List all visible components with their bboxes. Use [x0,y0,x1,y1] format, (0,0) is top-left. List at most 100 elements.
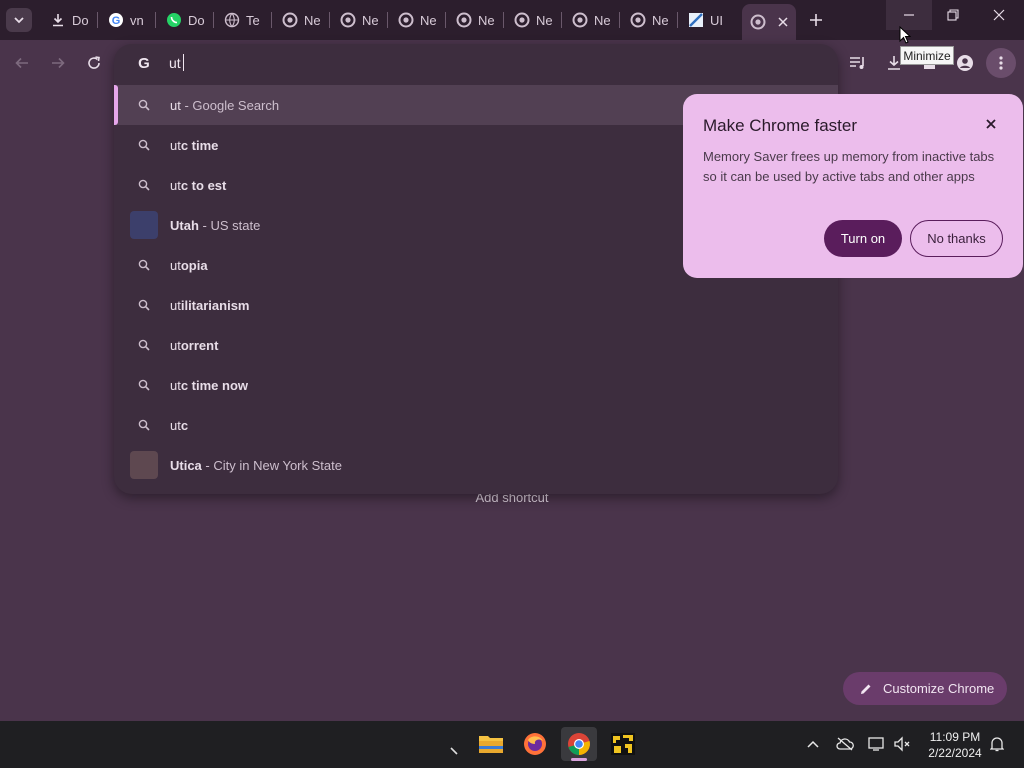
chrome-icon [572,12,588,28]
tab-whatsapp[interactable]: Do [158,6,210,34]
customize-chrome-button[interactable]: Customize Chrome [843,672,1007,705]
search-icon [136,417,152,433]
tab-separator [213,12,214,28]
tab-separator [445,12,446,28]
suggestion-prefix: ut [170,177,181,193]
suggestion-completion: c [180,417,189,433]
tab-label: Ne [478,12,495,28]
promo-close-button[interactable] [981,114,1001,134]
show-hidden-icons-button[interactable] [802,733,824,755]
firefox-icon [524,733,546,755]
chrome-icon [630,12,646,28]
restore-button[interactable] [930,0,976,30]
suggestion-row-entity[interactable]: Utica - City in New York State [114,445,838,485]
chevron-down-icon [14,17,24,24]
tab-separator [329,12,330,28]
tab-te[interactable]: Te [216,6,268,34]
tab-ne-1[interactable]: Ne [274,6,326,34]
tab-separator [677,12,678,28]
cloud-off-icon [836,737,854,751]
tab-label: Ne [594,12,611,28]
taskbar-clock[interactable]: 11:09 PM 2/22/2024 [915,729,995,761]
tab-separator [619,12,620,28]
memory-saver-promo: Make Chrome faster Memory Saver frees up… [683,94,1023,278]
suggestion-prefix: ut [170,417,181,433]
tab-separator [97,12,98,28]
plus-icon [810,14,822,26]
forward-button[interactable] [43,48,73,78]
network-tray-button[interactable] [866,733,888,755]
text-cursor [183,54,184,71]
promo-body: Memory Saver frees up memory from inacti… [703,149,995,184]
chrome-icon [340,12,356,28]
tab-ne-2[interactable]: Ne [332,6,384,34]
search-icon [136,377,152,393]
tab-new-tab-active[interactable] [742,4,796,40]
taskbar-chrome[interactable] [561,727,597,761]
suggestion-suffix: - Google Search [180,97,280,113]
address-input[interactable]: ut [169,55,181,71]
selection-indicator [114,85,118,125]
suggestion-completion: opia [180,257,208,273]
suggestion-row[interactable]: utc [114,405,838,445]
taskbar-file-explorer[interactable] [473,727,509,761]
pointer-arrow-icon [450,747,458,755]
utah-thumbnail [130,211,158,239]
profile-button[interactable] [950,48,980,78]
taskbar-firefox[interactable] [517,727,553,761]
onedrive-tray-button[interactable] [834,733,856,755]
media-control-button[interactable] [843,48,873,78]
taskbar-app-yellow[interactable] [605,727,641,761]
account-icon [957,55,973,71]
chrome-icon [456,12,472,28]
svg-text:G: G [138,55,150,71]
reload-button[interactable] [79,48,109,78]
search-icon [136,257,152,273]
tab-ne-3[interactable]: Ne [390,6,442,34]
tab-ne-6[interactable]: Ne [564,6,616,34]
new-tab-button[interactable] [804,8,828,32]
tab-ne-7[interactable]: Ne [622,6,674,34]
suggestion-completion: ilitarianism [180,297,250,313]
tab-ne-5[interactable]: Ne [506,6,558,34]
suggestion-row[interactable]: utorrent [114,325,838,365]
tab-label: Do [72,12,89,28]
tab-ne-4[interactable]: Ne [448,6,500,34]
bell-icon [990,737,1004,752]
download-icon [50,12,66,28]
no-thanks-button[interactable]: No thanks [910,220,1003,257]
tab-label: Te [246,12,260,28]
chrome-icon [398,12,414,28]
volume-tray-button[interactable] [891,733,913,755]
google-icon: G [136,55,152,72]
search-icon [136,97,152,113]
suggestion-completion: c to est [180,177,227,193]
notifications-button[interactable] [986,733,1008,755]
tab-download[interactable]: Do [42,6,94,34]
mouse-cursor-icon [899,26,911,44]
back-button[interactable] [7,48,37,78]
tab-ui[interactable]: UI [680,6,736,34]
tab-close-icon[interactable] [778,17,788,27]
suggestion-prefix: ut [170,137,181,153]
tab-label: Ne [362,12,379,28]
suggestion-entity-name: Utah [170,217,199,233]
search-icon [136,177,152,193]
tab-separator [561,12,562,28]
reload-icon [88,56,100,69]
search-icon [136,337,152,353]
tab-google[interactable]: G vn [100,6,152,34]
tab-search-button[interactable] [6,8,32,32]
suggestion-prefix: ut [170,377,181,393]
tab-separator [271,12,272,28]
tab-label: Do [188,12,205,28]
suggestion-row[interactable]: utilitarianism [114,285,838,325]
close-window-button[interactable] [976,0,1022,30]
suggestion-completion: c time [180,137,219,153]
chrome-menu-button[interactable] [986,48,1016,78]
suggestion-row[interactable]: utc time now [114,365,838,405]
turn-on-button[interactable]: Turn on [824,220,902,257]
suggestion-entity-desc: - City in New York State [201,457,342,473]
address-bar[interactable]: G ut [114,44,838,84]
image-icon [688,12,704,28]
